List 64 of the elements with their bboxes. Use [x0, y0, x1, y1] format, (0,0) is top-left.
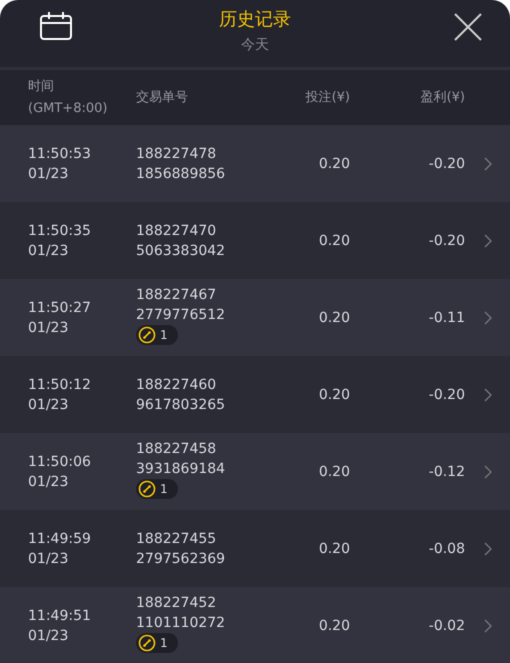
- date-text: 01/23: [28, 472, 70, 492]
- date-text: 01/23: [28, 396, 70, 414]
- order-number: 3931869184: [136, 460, 226, 479]
- order-number: 2779776512: [136, 306, 226, 325]
- profit-amount: -0.20: [428, 232, 465, 248]
- column-header: 时间: [28, 78, 54, 94]
- bet-amount: 0.20: [318, 156, 350, 172]
- coin-icon: [138, 480, 156, 498]
- order-number: 188227455: [136, 530, 218, 548]
- calendar-icon[interactable]: [40, 12, 72, 40]
- date-text: 01/23: [28, 318, 70, 338]
- time-text: 11:50:53: [28, 144, 92, 164]
- column-header: 盈利(¥): [420, 90, 465, 104]
- time-text: 11:50:12: [28, 376, 92, 394]
- order-number: 188227467: [136, 286, 218, 305]
- order-number: 1856889856: [136, 164, 226, 184]
- order-number: 188227458: [136, 440, 218, 459]
- chevron-right-icon[interactable]: [484, 234, 492, 248]
- chevron-right-icon[interactable]: [484, 310, 492, 324]
- time-text: 11:50:06: [28, 452, 92, 472]
- chevron-right-icon[interactable]: [484, 464, 492, 478]
- order-number: 2797562369: [136, 550, 226, 568]
- column-header: 交易单号: [136, 90, 188, 104]
- chevron-right-icon[interactable]: [484, 156, 492, 170]
- profit-amount: -0.20: [428, 386, 465, 402]
- profit-amount: -0.11: [428, 310, 465, 326]
- bet-amount: 0.20: [318, 618, 350, 634]
- bonus-chip: 1: [136, 325, 178, 345]
- bet-amount: 0.20: [318, 464, 350, 480]
- date-text: 01/23: [28, 242, 70, 260]
- chevron-right-icon[interactable]: [484, 542, 492, 556]
- date-text: 01/23: [28, 626, 70, 646]
- order-number: 188227460: [136, 376, 218, 394]
- order-number: 188227478: [136, 144, 218, 164]
- bet-amount: 0.20: [318, 540, 350, 556]
- coin-icon: [138, 326, 156, 344]
- date-text: 01/23: [28, 550, 70, 568]
- close-icon[interactable]: [453, 12, 483, 42]
- page-title: 历史记录: [219, 9, 291, 31]
- order-number: 9617803265: [136, 396, 226, 414]
- chevron-right-icon[interactable]: [484, 618, 492, 632]
- column-header: 投注(¥): [306, 90, 350, 104]
- order-number: 5063383042: [136, 242, 226, 260]
- bonus-chip: 1: [136, 633, 178, 653]
- bonus-chip: 1: [136, 479, 178, 499]
- column-header: (GMT+8:00): [28, 100, 108, 116]
- bet-amount: 0.20: [318, 232, 350, 248]
- bet-amount: 0.20: [318, 310, 350, 326]
- time-text: 11:50:35: [28, 222, 92, 240]
- time-text: 11:49:51: [28, 606, 92, 626]
- bet-amount: 0.20: [318, 386, 350, 402]
- chevron-right-icon[interactable]: [484, 388, 492, 402]
- profit-amount: -0.08: [428, 540, 465, 556]
- order-number: 188227452: [136, 594, 218, 613]
- page-subtitle: 今天: [241, 36, 269, 54]
- coin-icon: [138, 634, 156, 652]
- profit-amount: -0.12: [428, 464, 465, 480]
- order-number: 188227470: [136, 222, 218, 240]
- order-number: 1101110272: [136, 614, 226, 633]
- profit-amount: -0.20: [428, 156, 465, 172]
- profit-amount: -0.02: [428, 618, 465, 634]
- time-text: 11:49:59: [28, 530, 92, 548]
- time-text: 11:50:27: [28, 298, 92, 318]
- date-text: 01/23: [28, 164, 70, 184]
